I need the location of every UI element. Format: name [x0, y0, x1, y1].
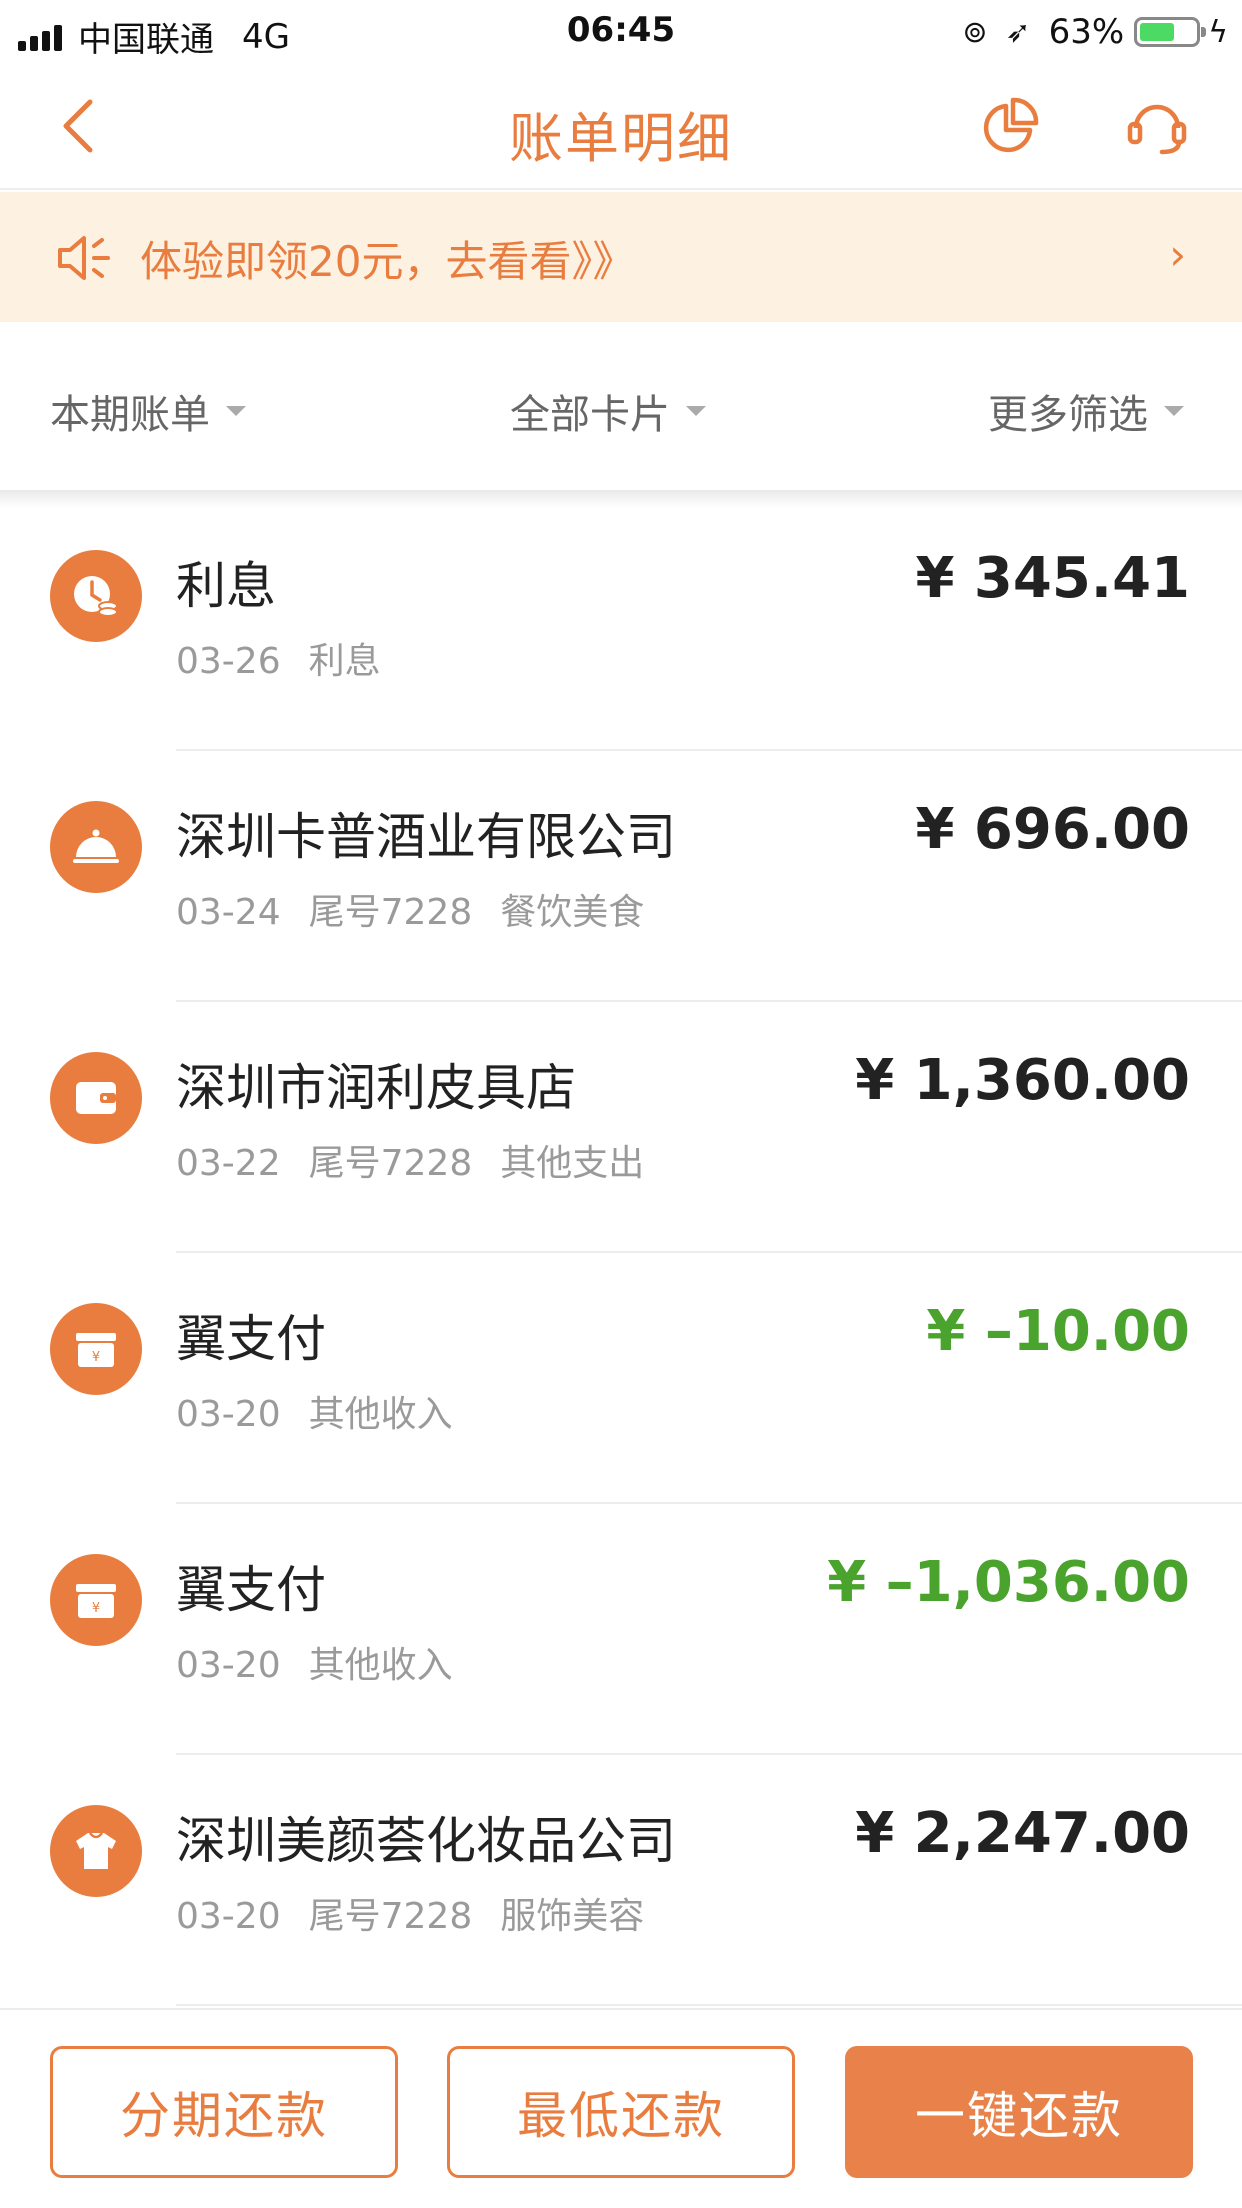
pie-chart-icon[interactable]: [980, 96, 1040, 156]
merchant-name: 深圳卡普酒业有限公司: [176, 808, 676, 866]
interest-icon: [50, 550, 142, 642]
card-tail-number: 尾号7228: [308, 892, 473, 933]
one-click-repay-button[interactable]: 一键还款: [845, 2046, 1193, 2178]
transaction-date: 03-22: [176, 1143, 281, 1184]
transaction-amount: ¥ 345.41: [915, 546, 1190, 611]
minimum-repay-button[interactable]: 最低还款: [447, 2046, 795, 2178]
card-tail-number: 尾号7228: [308, 1143, 473, 1184]
transaction-list: 利息 03-26 利息 ¥ 345.41 深圳卡普酒业有限公司 03-24 尾号72…: [0, 500, 1242, 2006]
filter-label: 本期账单: [50, 392, 210, 438]
caret-down-icon: [686, 406, 706, 416]
transaction-amount: ¥ 1,360.00: [855, 1048, 1190, 1113]
transaction-date: 03-20: [176, 1394, 281, 1435]
filter-more[interactable]: 更多筛选: [988, 382, 1184, 440]
page-title: 账单明细: [509, 107, 733, 170]
transaction-category: 服饰美容: [500, 1896, 645, 1937]
customer-service-icon[interactable]: [1124, 96, 1190, 156]
transaction-row[interactable]: 深圳卡普酒业有限公司 03-24 尾号7228 餐饮美食 ¥ 696.00: [0, 751, 1242, 1002]
dining-cloche-icon: [50, 801, 142, 893]
transaction-meta: 03-20 其他收入: [176, 1385, 481, 1437]
location-arrow-icon: ➶: [1005, 14, 1031, 50]
status-bar: 中国联通 4G 06:45 ⊚ ➶ 63% ϟ: [0, 0, 1242, 60]
filter-label: 更多筛选: [988, 392, 1148, 438]
card-tail-number: 尾号7228: [308, 1896, 473, 1937]
merchant-name: 翼支付: [176, 1310, 326, 1368]
speaker-icon: [58, 236, 110, 280]
transaction-meta: 03-20 其他收入: [176, 1636, 481, 1688]
transaction-amount: ¥ –10.00: [926, 1299, 1190, 1364]
transaction-date: 03-20: [176, 1896, 281, 1937]
battery-percent: 63%: [1048, 12, 1125, 52]
transaction-row[interactable]: 深圳市润利皮具店 03-22 尾号7228 其他支出 ¥ 1,360.00: [0, 1002, 1242, 1253]
battery-icon: [1134, 17, 1207, 47]
promo-text[interactable]: 体验即领20元，去看看》》: [140, 228, 634, 289]
merchant-name: 深圳市润利皮具店: [176, 1059, 576, 1117]
merchant-name: 利息: [176, 557, 276, 615]
bottom-action-bar: 分期还款 最低还款 一键还款: [0, 2008, 1242, 2208]
merchant-name: 翼支付: [176, 1561, 326, 1619]
transaction-category: 其他收入: [308, 1394, 453, 1435]
transaction-date: 03-24: [176, 892, 281, 933]
promo-banner[interactable]: 体验即领20元，去看看》》 ›: [0, 192, 1242, 322]
chevron-right-icon[interactable]: ›: [1169, 230, 1186, 279]
transaction-date: 03-26: [176, 641, 281, 682]
transaction-category: 其他支出: [500, 1143, 645, 1184]
transaction-category: 餐饮美食: [500, 892, 645, 933]
clothing-icon: [50, 1805, 142, 1897]
nav-bar: 账单明细: [0, 60, 1242, 190]
transaction-amount: ¥ 2,247.00: [855, 1801, 1190, 1866]
filter-all-cards[interactable]: 全部卡片: [510, 382, 706, 440]
transaction-meta: 03-26 利息: [176, 632, 409, 684]
transaction-amount: ¥ –1,036.00: [827, 1550, 1190, 1615]
transaction-amount: ¥ 696.00: [915, 797, 1190, 862]
status-bar-right: ⊚ ➶ 63% ϟ: [962, 12, 1228, 52]
caret-down-icon: [226, 406, 246, 416]
row-divider: [176, 2004, 1242, 2006]
filter-bar: 本期账单 全部卡片 更多筛选: [0, 322, 1242, 490]
transaction-category: 利息: [308, 641, 381, 682]
transaction-category: 其他收入: [308, 1645, 453, 1686]
transaction-meta: 03-24 尾号7228 餐饮美食: [176, 883, 672, 935]
wallet-icon: [50, 1052, 142, 1144]
svg-text:¥: ¥: [92, 1601, 100, 1616]
battery-level-fill: [1140, 23, 1175, 41]
income-box-icon: ¥: [50, 1554, 142, 1646]
filter-current-bill[interactable]: 本期账单: [50, 382, 246, 440]
rotation-lock-icon: ⊚: [962, 14, 988, 50]
transaction-date: 03-20: [176, 1645, 281, 1686]
caret-down-icon: [1164, 406, 1184, 416]
transaction-row[interactable]: ¥ 翼支付 03-20 其他收入 ¥ –10.00: [0, 1253, 1242, 1504]
transaction-row[interactable]: 深圳美颜荟化妆品公司 03-20 尾号7228 服饰美容 ¥ 2,247.00: [0, 1755, 1242, 2006]
income-box-icon: ¥: [50, 1303, 142, 1395]
filter-label: 全部卡片: [510, 392, 670, 438]
transaction-row[interactable]: ¥ 翼支付 03-20 其他收入 ¥ –1,036.00: [0, 1504, 1242, 1755]
transaction-meta: 03-22 尾号7228 其他支出: [176, 1134, 672, 1186]
svg-text:¥: ¥: [92, 1350, 100, 1365]
installment-repay-button[interactable]: 分期还款: [50, 2046, 398, 2178]
charging-bolt-icon: ϟ: [1208, 14, 1228, 50]
transaction-row[interactable]: 利息 03-26 利息 ¥ 345.41: [0, 500, 1242, 751]
merchant-name: 深圳美颜荟化妆品公司: [176, 1812, 676, 1870]
transaction-meta: 03-20 尾号7228 服饰美容: [176, 1887, 672, 1939]
